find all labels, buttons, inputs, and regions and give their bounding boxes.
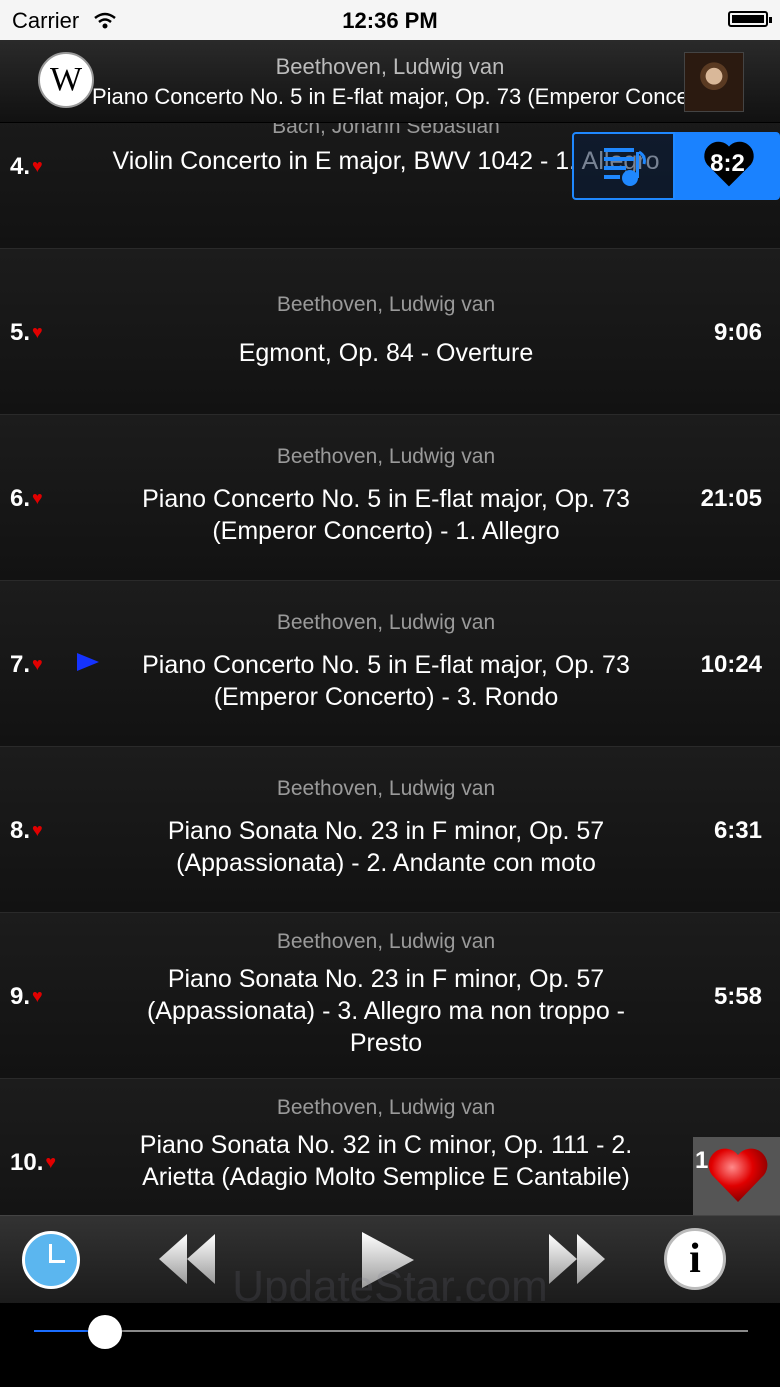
rewind-button[interactable] — [155, 1230, 219, 1288]
track-duration: 6:31 — [713, 817, 762, 844]
track-number: 8. ♥ — [10, 817, 43, 844]
info-button[interactable]: i — [664, 1228, 726, 1290]
header-artist: Beethoven, Ludwig van — [275, 54, 505, 79]
track-duration: 5:58 — [713, 983, 762, 1010]
track-artist: Beethoven, Ludwig van — [276, 1096, 496, 1119]
track-title: Piano Concerto No. 5 in E-flat major, Op… — [142, 651, 630, 711]
list-item[interactable]: 9. ♥ Beethoven, Ludwig van Piano Sonata N… — [0, 913, 780, 1079]
list-item[interactable]: 6. ♥ Beethoven, Ludwig van Piano Concerto… — [0, 415, 780, 581]
list-item-now-playing[interactable]: 7. ♥ Beethoven, Ludwig van Piano Concerto… — [0, 581, 780, 747]
player-toolbar: i — [0, 1215, 780, 1304]
track-artist: Beethoven, Ludwig van — [276, 293, 496, 316]
play-button[interactable] — [358, 1230, 418, 1290]
track-duration: 10:24 — [700, 651, 762, 678]
sleep-timer-button[interactable] — [22, 1231, 80, 1289]
track-artist: Beethoven, Ludwig van — [276, 777, 496, 800]
list-item[interactable]: 10. ♥ Beethoven, Ludwig van Piano Sonata … — [0, 1079, 780, 1215]
favorite-heart-icon: ♥ — [32, 654, 43, 674]
favorite-heart-icon: ♥ — [32, 156, 43, 176]
track-duration: 21:05 — [700, 485, 762, 512]
track-list[interactable]: 4. ♥ Bach, Johann Sebastian Violin Concer… — [0, 123, 780, 1215]
favorite-heart-icon: ♥ — [45, 1152, 57, 1172]
header-work-title: Piano Concerto No. 5 in E-flat major, Op… — [92, 84, 692, 109]
track-number: 5. ♥ — [10, 319, 43, 346]
playlist-icon — [604, 148, 646, 186]
track-title: Piano Sonata No. 23 in F minor, Op. 57 (… — [167, 817, 605, 877]
track-title: Piano Sonata No. 23 in F minor, Op. 57 (… — [146, 965, 626, 1057]
now-playing-header: W Beethoven, Ludwig van Piano Concerto N… — [0, 40, 780, 123]
fast-forward-button[interactable] — [545, 1230, 609, 1288]
favorite-action-label: 8:2 — [710, 150, 745, 177]
progress-slider-thumb[interactable] — [88, 1315, 123, 1349]
track-duration: 9:06 — [713, 319, 762, 346]
wikipedia-button[interactable]: W — [38, 52, 94, 108]
track-title: Piano Concerto No. 5 in E-flat major, Op… — [142, 485, 630, 545]
track-title: Piano Sonata No. 32 in C minor, Op. 111 … — [139, 1131, 633, 1191]
progress-track — [34, 1330, 748, 1332]
playback-progress[interactable] — [0, 1303, 780, 1387]
list-item[interactable]: 8. ♥ Beethoven, Ludwig van Piano Sonata N… — [0, 747, 780, 913]
add-to-queue-button[interactable] — [572, 132, 675, 200]
track-number: 7. ♥ — [10, 651, 43, 678]
favorite-heart-icon: ♥ — [32, 322, 43, 342]
favorites-badge-button[interactable]: 1 — [693, 1137, 780, 1215]
clock-time: 12:36 PM — [342, 8, 438, 33]
track-title: Egmont, Op. 84 - Overture — [238, 339, 534, 367]
big-heart-icon — [708, 1148, 768, 1202]
favorite-heart-icon: ♥ — [32, 986, 43, 1006]
track-number: 10. ♥ — [10, 1149, 57, 1176]
track-number: 9. ♥ — [10, 983, 43, 1010]
list-item[interactable]: 5. ♥ Beethoven, Ludwig van Egmont, Op. 84… — [0, 249, 780, 415]
track-artist: Beethoven, Ludwig van — [276, 445, 496, 468]
track-number: 6. ♥ — [10, 485, 43, 512]
track-artist: Beethoven, Ludwig van — [276, 611, 496, 634]
now-playing-arrow-icon — [77, 653, 99, 671]
track-number: 4. ♥ — [10, 153, 43, 180]
track-artist: Beethoven, Ludwig van — [276, 930, 496, 953]
favorite-heart-icon: ♥ — [32, 488, 43, 508]
favorite-action-button[interactable]: 8:2 — [675, 132, 780, 200]
status-bar: Carrier 12:36 PM — [0, 0, 780, 40]
battery-icon — [728, 11, 772, 27]
favorite-heart-icon: ♥ — [32, 820, 43, 840]
composer-portrait[interactable] — [684, 52, 744, 112]
